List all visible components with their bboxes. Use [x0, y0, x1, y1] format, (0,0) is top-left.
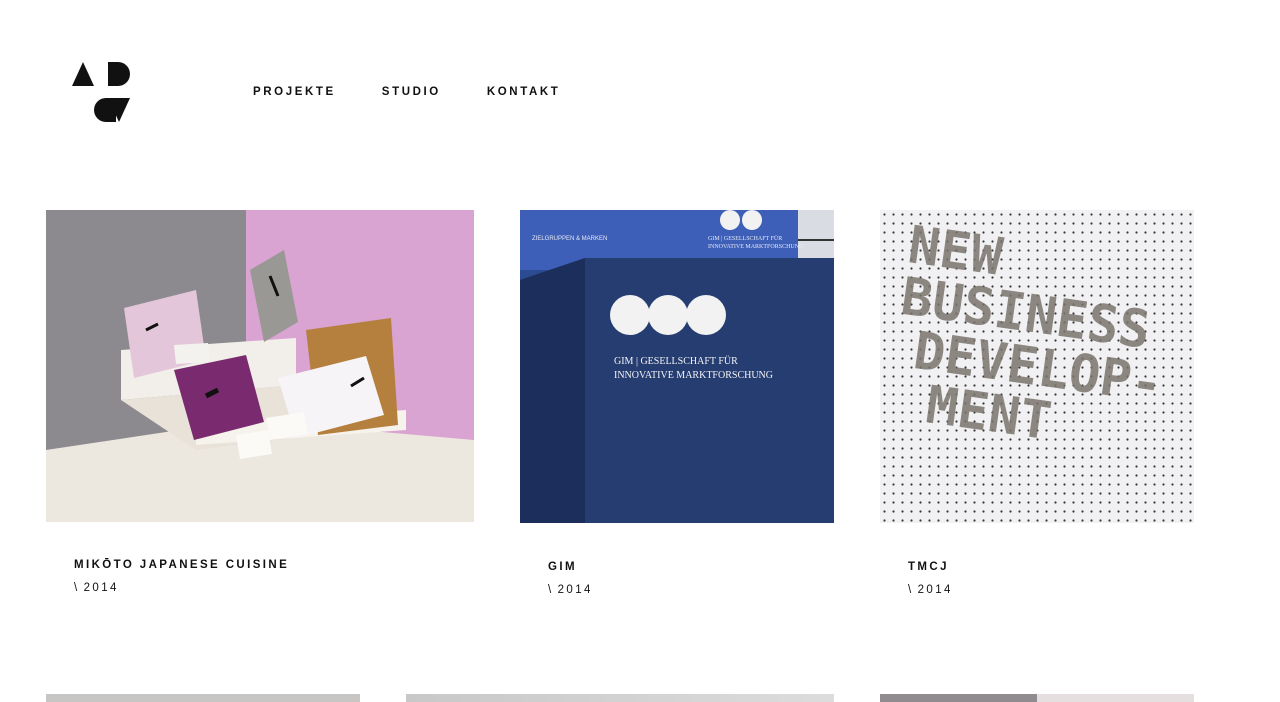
project-title-gim[interactable]: GIM: [548, 560, 577, 574]
project-image-tmcj[interactable]: NEW BUSINESS DEVELOP- MENT: [880, 210, 1194, 523]
project-year-tmcj: \ 2014: [908, 583, 953, 597]
main-nav: PROJEKTE STUDIO KONTAKT: [253, 85, 606, 99]
year-value: 2014: [557, 584, 593, 596]
project-image-row2-1[interactable]: [46, 694, 360, 702]
year-slash: \: [74, 582, 80, 594]
year-slash: \: [548, 584, 554, 596]
gim-image-line1: GIM | GESELLSCHAFT FÜR: [614, 355, 738, 367]
gim-image-top-line1: GIM | GESELLSCHAFT FÜR: [708, 235, 782, 242]
year-slash: \: [908, 584, 914, 596]
project-year-gim: \ 2014: [548, 583, 593, 597]
project-title-tmcj[interactable]: TMCJ: [908, 560, 949, 574]
gim-banner-text: ZIELGRUPPEN & MARKEN: [532, 236, 607, 242]
year-value: 2014: [917, 584, 953, 596]
gim-image-top-line2: INNOVATIVE MARKTFORSCHUNG: [708, 244, 804, 250]
gim-image-line2: INNOVATIVE MARKTFORSCHUNG: [614, 370, 773, 381]
project-image-row2-2[interactable]: [406, 694, 834, 702]
project-title-mikoto[interactable]: MIKŌTO JAPANESE CUISINE: [74, 558, 289, 572]
project-image-gim[interactable]: ZIELGRUPPEN & MARKEN GIM | GESELLSCHAFT …: [520, 210, 834, 523]
project-image-mikoto[interactable]: [46, 210, 474, 522]
nav-kontakt[interactable]: KONTAKT: [487, 85, 561, 99]
addv-logo[interactable]: [72, 62, 130, 122]
year-value: 2014: [83, 582, 119, 594]
nav-projekte[interactable]: PROJEKTE: [253, 85, 336, 99]
project-image-row2-3[interactable]: [880, 694, 1194, 702]
project-year-mikoto: \ 2014: [74, 581, 119, 595]
nav-studio[interactable]: STUDIO: [382, 85, 441, 99]
